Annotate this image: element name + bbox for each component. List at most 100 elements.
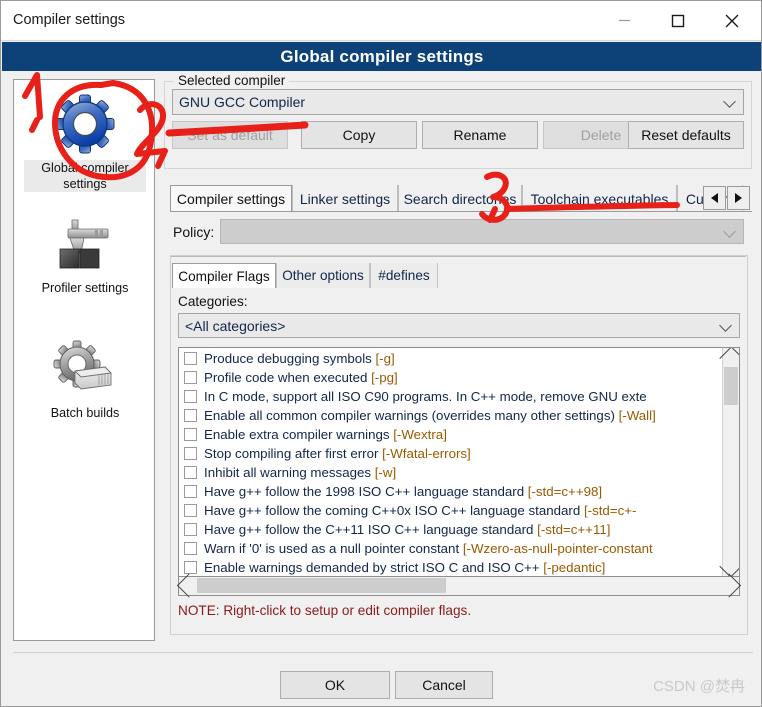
flag-row[interactable]: Produce debugging symbols [-g]: [179, 349, 724, 368]
divider: [170, 256, 746, 257]
flag-row[interactable]: In C mode, support all ISO C90 programs.…: [179, 387, 724, 406]
flag-label: Produce debugging symbols [-g]: [204, 351, 395, 366]
flag-row[interactable]: Enable extra compiler warnings [-Wextra]: [179, 425, 724, 444]
flag-checkbox[interactable]: [184, 485, 197, 498]
flag-checkbox[interactable]: [184, 409, 197, 422]
flag-row[interactable]: Have g++ follow the C++11 ISO C++ langua…: [179, 520, 724, 539]
settings-tabs: Compiler settings Linker settings Search…: [170, 185, 752, 212]
blue-gear-icon: [53, 92, 117, 156]
flag-row[interactable]: Enable warnings demanded by strict ISO C…: [179, 558, 724, 576]
scroll-down-button[interactable]: [719, 554, 739, 576]
flag-row[interactable]: Have g++ follow the 1998 ISO C++ languag…: [179, 482, 724, 501]
window-title: Compiler settings: [13, 12, 126, 28]
chevron-down-icon: [723, 95, 736, 108]
ok-button[interactable]: OK: [280, 671, 390, 699]
flag-row[interactable]: Enable all common compiler warnings (ove…: [179, 406, 724, 425]
flag-label: In C mode, support all ISO C90 programs.…: [204, 389, 647, 404]
tab-search-directories[interactable]: Search directories: [398, 185, 522, 212]
flag-checkbox[interactable]: [184, 390, 197, 403]
categories-select[interactable]: <All categories>: [178, 313, 740, 338]
close-button[interactable]: [709, 1, 755, 40]
sidebar-item-global-compiler-settings[interactable]: Global compiler settings: [14, 92, 156, 192]
tab-toolchain-executables[interactable]: Toolchain executables: [522, 185, 677, 212]
flag-row[interactable]: Profile code when executed [-pg]: [179, 368, 724, 387]
tab-underline: [170, 211, 752, 212]
tab-linker-settings[interactable]: Linker settings: [292, 185, 398, 212]
set-as-default-button[interactable]: Set as default: [172, 121, 288, 149]
flag-checkbox[interactable]: [184, 542, 197, 555]
settings-pane: Selected compiler GNU GCC Compiler Set a…: [164, 73, 752, 641]
flag-checkbox[interactable]: [184, 352, 197, 365]
settings-sidebar: Global compiler settings Profiler settin…: [13, 79, 155, 641]
minimize-button[interactable]: [601, 1, 647, 40]
flags-note: NOTE: Right-click to setup or edit compi…: [178, 603, 472, 618]
tab-other-options[interactable]: Other options: [276, 263, 370, 288]
sidebar-item-label: Batch builds: [50, 406, 120, 420]
sidebar-item-profiler-settings[interactable]: Profiler settings: [14, 212, 156, 296]
page-banner: Global compiler settings: [2, 42, 761, 71]
vertical-scroll-thumb[interactable]: [724, 367, 738, 405]
tab-compiler-settings[interactable]: Compiler settings: [170, 185, 292, 212]
flag-switch-text: [-w]: [371, 465, 397, 480]
flag-label: Inhibit all warning messages [-w]: [204, 465, 397, 480]
flag-checkbox[interactable]: [184, 428, 197, 441]
compiler-actions: Set as default Copy Rename Delete Reset …: [172, 121, 744, 149]
flag-switch-text: [-Wzero-as-null-pointer-constant: [459, 541, 653, 556]
selected-compiler-group-title: Selected compiler: [174, 73, 290, 88]
sidebar-item-batch-builds[interactable]: Batch builds: [14, 337, 156, 421]
chevron-down-icon: [719, 318, 732, 332]
flag-checkbox[interactable]: [184, 371, 197, 384]
title-bar: Compiler settings: [1, 1, 761, 41]
sidebar-item-label: Global compiler settings: [24, 160, 146, 192]
horizontal-scroll-thumb[interactable]: [197, 578, 446, 593]
flag-switch-text: [-std=c++11]: [533, 522, 611, 537]
flag-label: Enable warnings demanded by strict ISO C…: [204, 560, 606, 575]
flag-row[interactable]: Inhibit all warning messages [-w]: [179, 463, 724, 482]
flag-label: Warn if '0' is used as a null pointer co…: [204, 541, 653, 556]
compiler-flags-list[interactable]: Produce debugging symbols [-g] Profile co…: [178, 347, 740, 577]
flag-checkbox[interactable]: [184, 504, 197, 517]
flag-row[interactable]: Warn if '0' is used as a null pointer co…: [179, 539, 724, 558]
maximize-button[interactable]: [655, 1, 701, 40]
flags-list-horizontal-scrollbar[interactable]: [176, 573, 742, 598]
scroll-left-button[interactable]: [176, 573, 201, 598]
flag-label: Profile code when executed [-pg]: [204, 370, 398, 385]
rename-button[interactable]: Rename: [422, 121, 538, 149]
flag-checkbox[interactable]: [184, 561, 197, 574]
watermark: CSDN @焚冉: [653, 678, 745, 695]
compiler-select[interactable]: GNU GCC Compiler: [172, 89, 744, 115]
reset-defaults-button[interactable]: Reset defaults: [628, 121, 744, 149]
flag-row[interactable]: Have g++ follow the coming C++0x ISO C++…: [179, 501, 724, 520]
flag-checkbox[interactable]: [184, 447, 197, 460]
flag-switch-text: [-g]: [371, 351, 395, 366]
flag-label: Enable extra compiler warnings [-Wextra]: [204, 427, 447, 442]
flag-row[interactable]: Stop compiling after first error [-Wfata…: [179, 444, 724, 463]
flag-switch-text: [-Wextra]: [389, 427, 447, 442]
flag-switch-text: [-std=c++98]: [524, 484, 603, 499]
compiler-select-value: GNU GCC Compiler: [179, 94, 306, 110]
flags-list-vertical-scrollbar[interactable]: [719, 348, 739, 576]
flag-label: Enable all common compiler warnings (ove…: [204, 408, 656, 423]
tab-scroll-left-button[interactable]: [703, 186, 726, 210]
flag-switch-text: [-std=c+-: [580, 503, 637, 518]
policy-select[interactable]: [220, 219, 744, 244]
tab-compiler-flags[interactable]: Compiler Flags: [172, 263, 276, 288]
flag-checkbox[interactable]: [184, 466, 197, 479]
tab-scroll-right-button[interactable]: [727, 186, 750, 210]
scroll-right-button[interactable]: [717, 573, 742, 598]
sidebar-item-label: Profiler settings: [41, 281, 129, 295]
copy-button[interactable]: Copy: [301, 121, 417, 149]
caliper-icon: [53, 212, 117, 276]
flag-label: Have g++ follow the C++11 ISO C++ langua…: [204, 522, 611, 537]
triangle-right-icon: [735, 193, 742, 203]
flag-label: Stop compiling after first error [-Wfata…: [204, 446, 471, 461]
triangle-left-icon: [711, 193, 718, 203]
flag-checkbox[interactable]: [184, 523, 197, 536]
scroll-up-button[interactable]: [719, 348, 739, 370]
flag-label: Have g++ follow the coming C++0x ISO C++…: [204, 503, 637, 518]
tab-defines[interactable]: #defines: [370, 263, 438, 288]
flag-switch-text: [-Wfatal-errors]: [378, 446, 471, 461]
cancel-button[interactable]: Cancel: [395, 671, 493, 699]
footer-divider: [13, 652, 753, 653]
flag-label: Have g++ follow the 1998 ISO C++ languag…: [204, 484, 603, 499]
